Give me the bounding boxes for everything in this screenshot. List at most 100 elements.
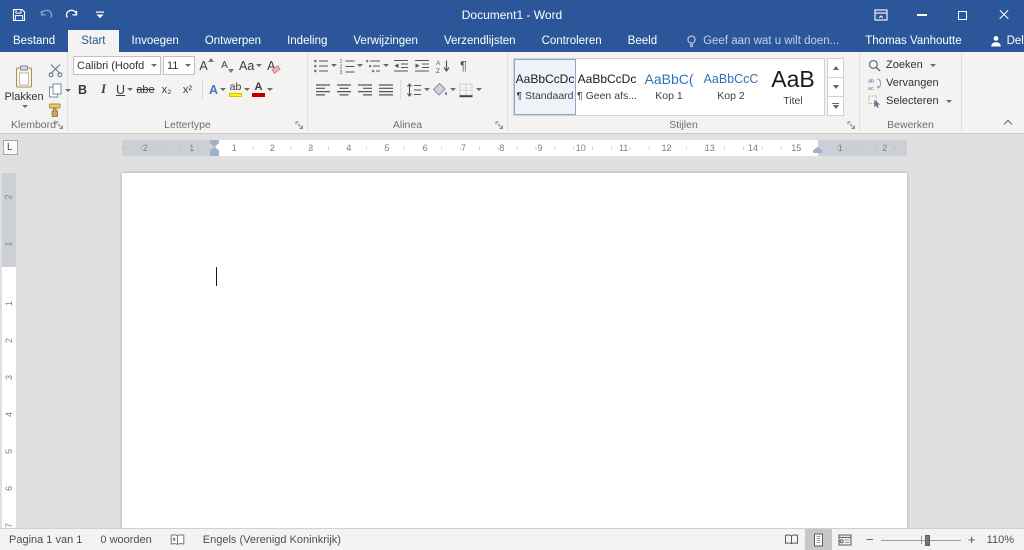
highlight-color-button[interactable]: ab [229,80,250,99]
tell-me-box[interactable]: Geef aan wat u wilt doen... [674,30,851,52]
tab-invoegen[interactable]: Invoegen [119,30,192,52]
vertical-ruler[interactable]: 21 1234567 [2,162,16,528]
styles-gallery-expand-button[interactable] [827,96,844,116]
style-item-kop2[interactable]: AaBbCcC Kop 2 [700,59,762,115]
grow-font-button[interactable]: A [197,56,216,75]
tab-bestand[interactable]: Bestand [0,30,68,52]
underline-glyph: U [116,83,125,97]
maximize-button[interactable] [942,0,983,30]
strikethrough-button[interactable]: abe [136,80,155,99]
zoom-slider[interactable] [881,529,961,550]
style-item-titel[interactable]: AaB Titel [762,59,824,115]
paragraph-dialog-launcher[interactable] [494,120,505,131]
find-button[interactable]: Zoeken [865,56,956,74]
styles-scroll-down-button[interactable] [827,77,844,97]
sort-button[interactable]: AZ [433,56,452,75]
redo-button[interactable] [59,0,86,30]
proofing-status-button[interactable] [161,529,194,550]
ribbon: Plakken Klembord [0,52,1024,134]
customize-qat-icon [95,11,105,19]
underline-button[interactable]: U [115,80,134,99]
horizontal-ruler[interactable]: 21 123456789101112131415 12 [122,140,907,156]
gallery-more-bar [832,103,839,104]
font-family-select[interactable]: Calibri (Hoofd [73,56,161,75]
style-item-geen-afstand[interactable]: AaBbCcDc ¶ Geen afs... [576,59,638,115]
page-indicator[interactable]: Pagina 1 van 1 [0,529,91,550]
superscript-button[interactable]: x² [178,80,197,99]
multilevel-list-button[interactable] [365,56,389,75]
styles-scroll-up-button[interactable] [827,58,844,78]
qat-customize-button[interactable] [86,0,113,30]
read-mode-button[interactable] [778,529,805,550]
align-right-button[interactable] [355,80,374,99]
gallery-more-icon [833,105,839,109]
shading-button[interactable] [432,80,456,99]
select-button[interactable]: Selecteren [865,92,956,110]
change-case-button[interactable]: Aa [239,56,262,75]
style-name: Kop 2 [717,90,744,102]
collapse-ribbon-button[interactable] [1000,116,1016,129]
tab-verzendlijsten[interactable]: Verzendlijsten [431,30,529,52]
style-item-standaard[interactable]: AaBbCcDc ¶ Standaard [514,59,576,115]
save-button[interactable] [5,0,32,30]
show-paragraph-marks-button[interactable]: ¶ [454,56,473,75]
document-page[interactable] [122,173,907,528]
style-preview: AaBbC( [644,72,693,86]
bold-button[interactable]: B [73,80,92,99]
align-center-icon [336,82,352,98]
save-icon [12,8,26,22]
subscript-button[interactable]: x₂ [157,80,176,99]
web-layout-button[interactable] [832,529,859,550]
zoom-slider-thumb[interactable] [925,535,930,546]
increase-indent-button[interactable] [412,56,431,75]
tab-ontwerpen[interactable]: Ontwerpen [192,30,274,52]
tab-indeling[interactable]: Indeling [274,30,340,52]
zoom-out-button[interactable]: − [859,529,881,550]
grow-font-arrow-icon [208,58,214,62]
ruler-number: 4 [346,143,351,153]
styles-dialog-launcher[interactable] [846,120,857,131]
undo-button[interactable] [32,0,59,30]
tab-beeld[interactable]: Beeld [615,30,670,52]
account-name[interactable]: Thomas Vanhoutte [851,30,975,52]
align-left-button[interactable] [313,80,332,99]
decrease-indent-button[interactable] [391,56,410,75]
line-spacing-button[interactable] [406,80,430,99]
borders-button[interactable] [458,80,482,99]
close-button[interactable] [983,0,1024,30]
align-center-button[interactable] [334,80,353,99]
numbering-button[interactable]: 123 [339,56,363,75]
tab-verwijzingen[interactable]: Verwijzingen [340,30,431,52]
bullets-button[interactable] [313,56,337,75]
font-size-select[interactable]: 11 [163,56,195,75]
left-indent-marker[interactable] [210,153,219,156]
font-color-button[interactable]: A [252,80,273,99]
zoom-percentage[interactable]: 110% [983,529,1024,550]
tab-selector[interactable]: L [3,140,18,155]
styles-body: AaBbCcDc ¶ Standaard AaBbCcDc ¶ Geen afs… [513,56,854,116]
text-effects-button[interactable]: A [208,80,227,99]
zoom-in-button[interactable]: + [961,529,983,550]
print-layout-button[interactable] [805,529,832,550]
clear-formatting-button[interactable]: A [264,56,283,75]
change-case-glyph: Aa [239,59,254,73]
tab-controleren[interactable]: Controleren [529,30,615,52]
minimize-button[interactable] [901,0,942,30]
language-indicator[interactable]: Engels (Verenigd Koninkrijk) [194,529,350,550]
select-cursor-icon [868,95,881,108]
justify-button[interactable] [376,80,395,99]
word-count[interactable]: 0 woorden [91,529,160,550]
font-dialog-launcher[interactable] [294,120,305,131]
clipboard-dialog-launcher[interactable] [54,120,65,131]
shrink-font-button[interactable]: A [218,56,237,75]
share-button[interactable]: Delen [976,30,1024,52]
style-item-kop1[interactable]: AaBbC( Kop 1 [638,59,700,115]
replace-button[interactable]: abac Vervangen [865,74,956,92]
paste-button[interactable]: Plakken [5,56,43,116]
italic-button[interactable]: I [94,80,113,99]
tab-start[interactable]: Start [68,30,118,52]
clipboard-icon [14,65,34,89]
ribbon-display-options-button[interactable] [860,0,901,30]
bullet-list-icon [313,58,329,74]
maximize-icon [958,11,967,20]
